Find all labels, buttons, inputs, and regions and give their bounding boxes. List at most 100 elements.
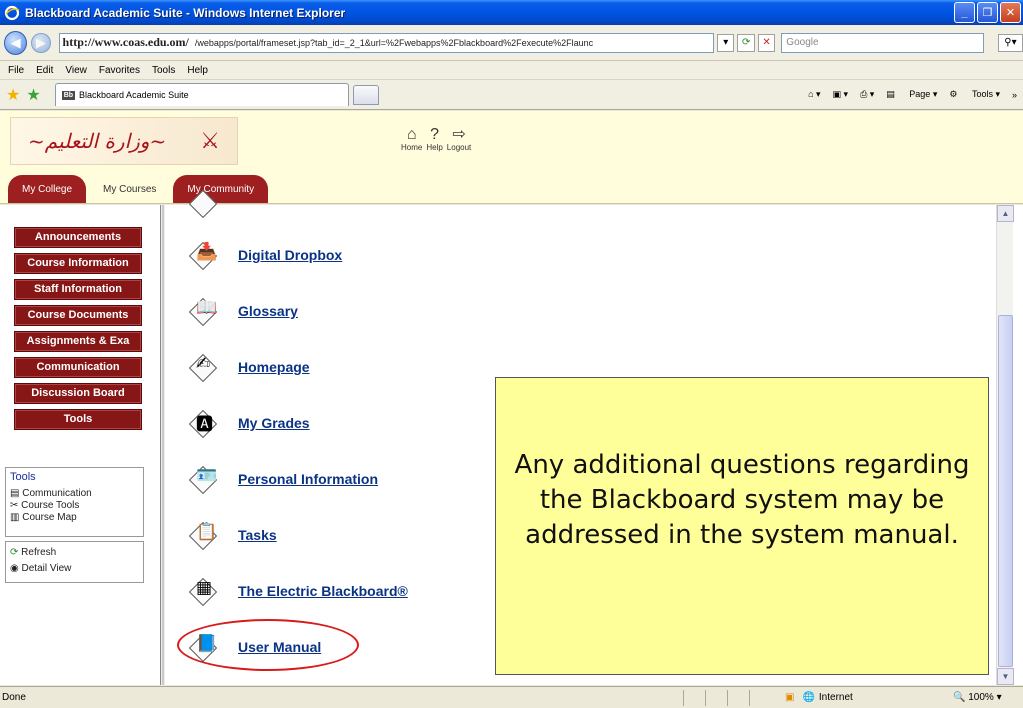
menu-bar: File Edit View Favorites Tools Help xyxy=(0,61,1023,80)
internet-explorer-icon xyxy=(4,5,20,20)
feeds-icon[interactable]: ▣ ▾ xyxy=(833,89,849,100)
course-tools-icon: ✂ xyxy=(10,500,19,511)
tools-communication[interactable]: ▤ Communication xyxy=(10,488,139,500)
new-tab-button[interactable] xyxy=(352,84,379,105)
list-item-tasks[interactable]: 📋 Tasks xyxy=(186,519,277,551)
stop-icon[interactable]: ✕ xyxy=(757,33,776,52)
tab-bar: ★ ★ Bb Blackboard Academic Suite ⌂ ▾ ▣ ▾… xyxy=(0,80,1023,110)
refresh-link[interactable]: ⟳ Refresh xyxy=(10,545,139,561)
link-my-grades[interactable]: My Grades xyxy=(238,415,310,431)
content-area: Announcements Course Information Staff I… xyxy=(0,205,1023,685)
emblem-icon: ⚔ xyxy=(200,128,220,153)
print-icon[interactable]: ⎙ ▾ xyxy=(860,89,874,100)
list-item-partial xyxy=(186,187,218,219)
dropbox-icon: 📥 xyxy=(186,239,218,271)
help-link[interactable]: ? Help xyxy=(426,126,442,153)
menu-edit[interactable]: Edit xyxy=(36,65,53,76)
status-text: Done xyxy=(2,692,26,703)
homepage-icon: ✍ xyxy=(186,351,218,383)
tools-course-map[interactable]: ▥ Course Map xyxy=(10,512,139,524)
tab-my-college[interactable]: My College xyxy=(8,175,87,203)
popup-blocker-icon: ▣ xyxy=(785,692,795,703)
detail-view-link[interactable]: ◉ Detail View xyxy=(10,561,139,577)
url-input[interactable]: http://www.coas.edu.om/ /webapps/portal/… xyxy=(58,32,715,53)
logout-icon: ⇨ xyxy=(452,126,466,143)
link-tasks[interactable]: Tasks xyxy=(238,527,277,543)
link-homepage[interactable]: Homepage xyxy=(238,359,310,375)
url-host: http://www.coas.edu.om/ xyxy=(62,35,189,49)
course-menu-course-information[interactable]: Course Information xyxy=(14,253,142,274)
scroll-down-arrow-icon[interactable]: ▼ xyxy=(997,668,1014,685)
globe-icon: 🌐 xyxy=(802,692,815,703)
logout-link[interactable]: ⇨ Logout xyxy=(447,126,471,153)
menu-file[interactable]: File xyxy=(8,65,24,76)
course-menu-assignments[interactable]: Assignments & Exa xyxy=(14,331,142,352)
browser-tab[interactable]: Bb Blackboard Academic Suite xyxy=(54,83,349,106)
search-input[interactable]: Google xyxy=(781,32,984,53)
scroll-up-arrow-icon[interactable]: ▲ xyxy=(997,205,1014,222)
tools-panel: Tools ▤ Communication ✂ Course Tools ▥ C… xyxy=(5,467,144,537)
window-title: Blackboard Academic Suite - Windows Inte… xyxy=(25,5,346,20)
refresh-icon: ⟳ xyxy=(10,547,19,558)
link-digital-dropbox[interactable]: Digital Dropbox xyxy=(238,247,342,263)
list-item-digital-dropbox[interactable]: 📥 Digital Dropbox xyxy=(186,239,342,271)
course-map-icon: ▥ xyxy=(10,512,20,523)
add-favorite-icon[interactable]: ★ xyxy=(26,85,40,105)
course-menu-discussion-board[interactable]: Discussion Board xyxy=(14,383,142,404)
course-menu-announcements[interactable]: Announcements xyxy=(14,227,142,248)
address-bar: ◀ ▶ http://www.coas.edu.om/ /webapps/por… xyxy=(0,25,1023,61)
search-icon[interactable]: ⚲▾ xyxy=(997,33,1023,52)
home-link[interactable]: ⌂ Home xyxy=(401,126,422,153)
vertical-scrollbar[interactable]: ▲ ▼ xyxy=(996,205,1014,685)
frame-divider[interactable] xyxy=(160,205,165,685)
glossary-icon: 📖 xyxy=(186,295,218,327)
link-electric-blackboard[interactable]: The Electric Blackboard® xyxy=(238,583,408,599)
menu-favorites[interactable]: Favorites xyxy=(99,65,140,76)
status-bar: Done ▣ 🌐 Internet 🔍 100% ▾ xyxy=(0,686,1023,708)
link-personal-information[interactable]: Personal Information xyxy=(238,471,378,487)
minimize-button[interactable]: _ xyxy=(954,2,975,23)
main-tabs: My College My Courses My Community xyxy=(8,175,271,203)
list-item-glossary[interactable]: 📖 Glossary xyxy=(186,295,298,327)
course-menu-staff-information[interactable]: Staff Information xyxy=(14,279,142,300)
tools-menu[interactable]: ⚙ Tools ▾ xyxy=(949,89,1000,100)
maximize-button[interactable]: ❐ xyxy=(977,2,998,23)
help-icon: ? xyxy=(430,126,440,143)
browser-tab-title: Blackboard Academic Suite xyxy=(79,90,189,100)
highlight-oval xyxy=(177,619,359,671)
back-button[interactable]: ◀ xyxy=(4,30,28,55)
zoom-level[interactable]: 🔍 100% ▾ xyxy=(953,692,1023,703)
home-icon[interactable]: ⌂ ▾ xyxy=(808,89,820,100)
grades-icon: 🅰 xyxy=(186,407,218,439)
page-header: ~وزارة التعليم~ ⚔ ⌂ Home ? Help ⇨ Logout… xyxy=(0,111,1023,204)
link-glossary[interactable]: Glossary xyxy=(238,303,298,319)
favorites-star-icon[interactable]: ★ xyxy=(6,85,20,105)
scroll-thumb[interactable] xyxy=(998,315,1013,667)
course-menu-tools[interactable]: Tools xyxy=(14,409,142,430)
list-item-electric-blackboard[interactable]: ▦ The Electric Blackboard® xyxy=(186,575,408,607)
home-icon: ⌂ xyxy=(406,126,417,143)
url-dropdown-button[interactable]: ▾ xyxy=(717,33,735,52)
forward-button[interactable]: ▶ xyxy=(31,32,51,53)
menu-view[interactable]: View xyxy=(65,65,87,76)
callout-note: Any additional questions regarding the B… xyxy=(495,377,989,675)
course-menu-communication[interactable]: Communication xyxy=(14,357,142,378)
list-item-homepage[interactable]: ✍ Homepage xyxy=(186,351,310,383)
list-item-my-grades[interactable]: 🅰 My Grades xyxy=(186,407,310,439)
course-menu-course-documents[interactable]: Course Documents xyxy=(14,305,142,326)
toolbar-overflow-button[interactable]: » xyxy=(1012,90,1017,100)
page-menu[interactable]: ▤ Page ▾ xyxy=(886,89,937,100)
personal-info-icon: 🪪 xyxy=(186,463,218,495)
close-button[interactable]: ✕ xyxy=(1000,2,1021,23)
url-path: /webapps/portal/frameset.jsp?tab_id=_2_1… xyxy=(194,37,594,48)
tab-my-courses[interactable]: My Courses xyxy=(89,175,171,203)
tools-course-tools[interactable]: ✂ Course Tools xyxy=(10,500,139,512)
course-menu: Announcements Course Information Staff I… xyxy=(14,227,142,435)
menu-help[interactable]: Help xyxy=(187,65,208,76)
menu-tools[interactable]: Tools xyxy=(152,65,175,76)
tool-icon xyxy=(186,187,218,219)
list-item-personal-information[interactable]: 🪪 Personal Information xyxy=(186,463,378,495)
utility-panel: ⟳ Refresh ◉ Detail View xyxy=(5,541,144,583)
refresh-icon[interactable]: ⟳ xyxy=(737,33,755,52)
security-zone[interactable]: ▣ 🌐 Internet xyxy=(785,692,937,703)
